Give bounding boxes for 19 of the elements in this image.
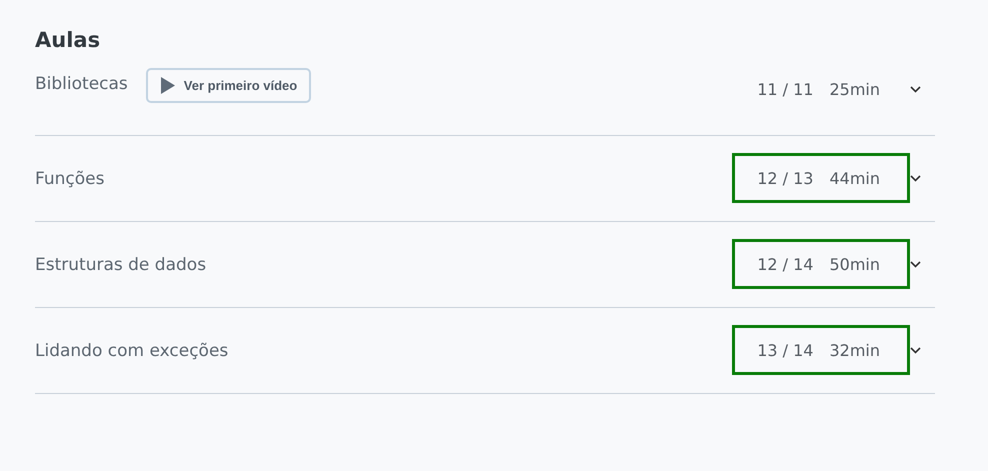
chevron-down-icon[interactable] xyxy=(910,261,921,268)
lesson-count: 11 / 11 xyxy=(757,80,814,99)
duration: 32min xyxy=(829,341,880,360)
module-name[interactable]: Lidando com exceções xyxy=(35,340,228,360)
duration: 44min xyxy=(829,169,880,188)
module-name[interactable]: Funções xyxy=(35,168,104,188)
module-name[interactable]: Estruturas de dados xyxy=(35,254,206,274)
section-title: Aulas xyxy=(35,28,102,52)
play-icon xyxy=(160,77,175,94)
chevron-down-icon[interactable] xyxy=(910,175,921,182)
chevron-down-icon[interactable] xyxy=(910,86,921,93)
duration: 50min xyxy=(829,255,880,274)
module-name[interactable]: Bibliotecas xyxy=(35,74,128,94)
chevron-down-icon[interactable] xyxy=(910,347,921,354)
duration: 25min xyxy=(829,80,880,99)
lesson-count: 12 / 13 xyxy=(757,169,814,188)
lesson-count: 12 / 14 xyxy=(757,255,814,274)
lesson-count: 13 / 14 xyxy=(757,341,814,360)
watch-first-video-button[interactable]: Ver primeiro vídeo xyxy=(146,68,312,103)
